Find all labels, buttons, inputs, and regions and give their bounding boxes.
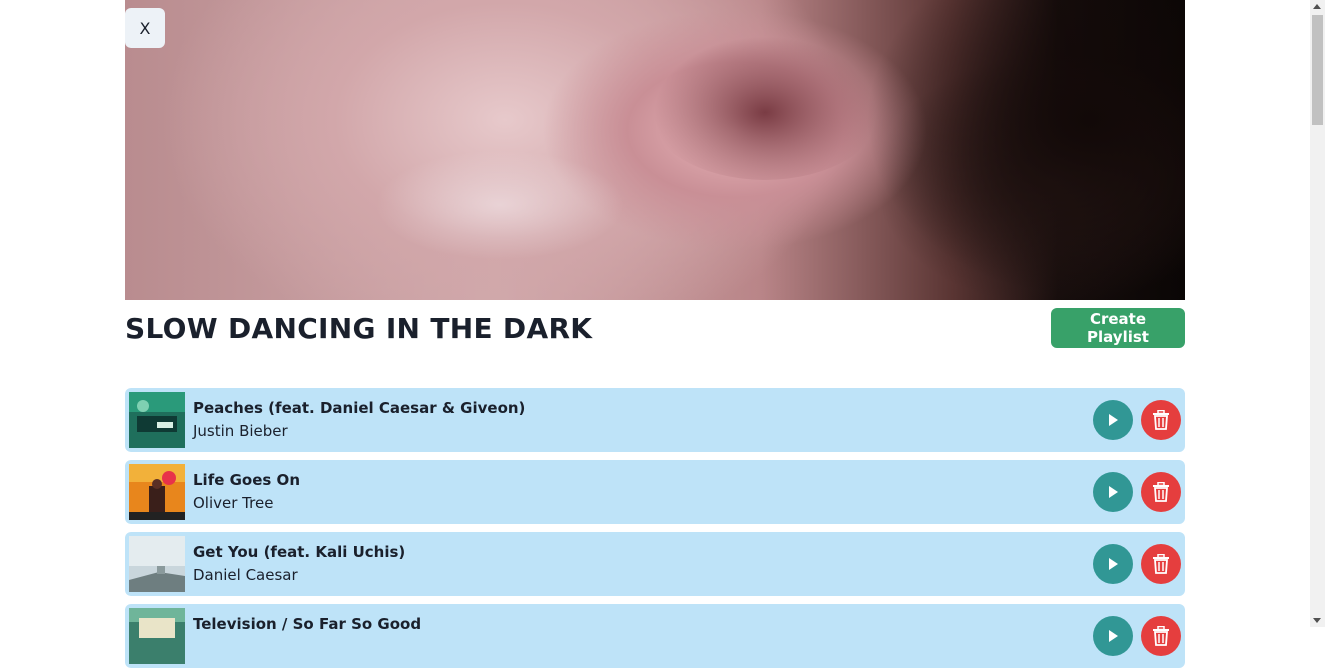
album-thumbnail [129,608,185,664]
delete-button[interactable] [1141,544,1181,584]
delete-button[interactable] [1141,472,1181,512]
play-button[interactable] [1093,616,1133,656]
play-icon [1109,630,1118,642]
play-icon [1109,486,1118,498]
delete-button[interactable] [1141,616,1181,656]
play-icon [1109,414,1118,426]
track-row: Television / So Far So Good [125,604,1185,668]
track-artist: Justin Bieber [193,422,288,440]
track-row: Life Goes On Oliver Tree [125,460,1185,524]
album-thumbnail [129,392,185,448]
track-title: Television / So Far So Good [193,615,422,633]
play-button[interactable] [1093,544,1133,584]
track-title: Peaches (feat. Daniel Caesar & Giveon) [193,399,526,417]
page-title: SLOW DANCING IN THE DARK [125,312,593,345]
album-cover-image [125,0,1185,300]
track-row: Peaches (feat. Daniel Caesar & Giveon) J… [125,388,1185,452]
create-playlist-button[interactable]: Create Playlist [1051,308,1185,348]
trash-icon [1153,482,1169,502]
close-button[interactable]: X [125,8,165,48]
scroll-down-arrow-icon[interactable] [1313,618,1321,623]
album-thumbnail [129,536,185,592]
play-button[interactable] [1093,400,1133,440]
track-artist: Oliver Tree [193,494,274,512]
trash-icon [1153,626,1169,646]
scrollbar-thumb[interactable] [1312,15,1323,125]
track-title: Life Goes On [193,471,300,489]
track-title: Get You (feat. Kali Uchis) [193,543,406,561]
play-icon [1109,558,1118,570]
delete-button[interactable] [1141,400,1181,440]
trash-icon [1153,554,1169,574]
scroll-up-arrow-icon[interactable] [1313,4,1321,9]
track-artist: Daniel Caesar [193,566,298,584]
play-button[interactable] [1093,472,1133,512]
trash-icon [1153,410,1169,430]
page-scrollbar[interactable] [1310,0,1325,627]
track-row: Get You (feat. Kali Uchis) Daniel Caesar [125,532,1185,596]
album-thumbnail [129,464,185,520]
